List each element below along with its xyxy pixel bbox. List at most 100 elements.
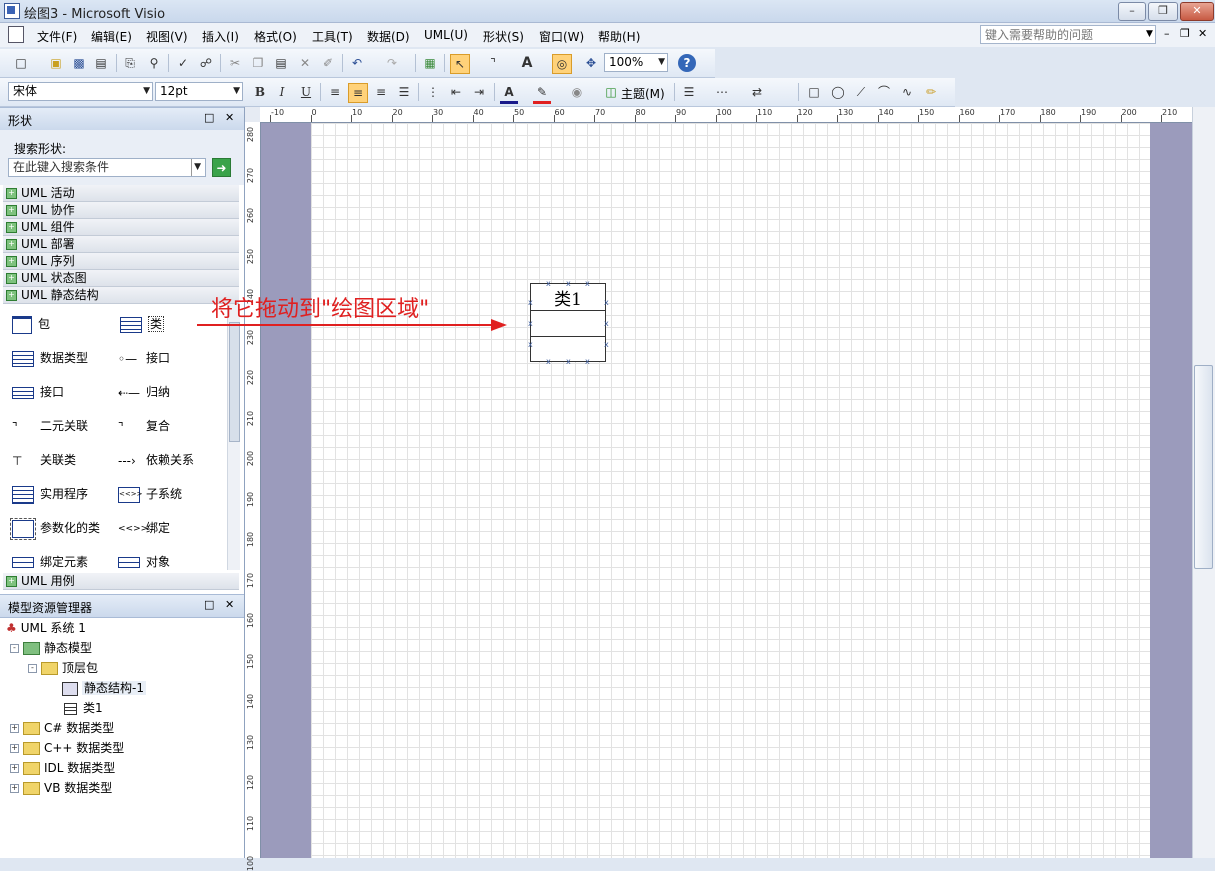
doc-minimize-icon[interactable]: –: [1164, 27, 1170, 40]
new-icon[interactable]: □: [12, 54, 30, 72]
help-search-input[interactable]: 键入需要帮助的问题: [980, 25, 1156, 44]
font-select[interactable]: 宋体 ▼: [8, 82, 153, 101]
connector-tool-icon[interactable]: ⌝: [484, 54, 502, 72]
line-tool-icon[interactable]: ⟋: [852, 83, 870, 101]
shapes-window-icon[interactable]: ▦: [421, 54, 439, 72]
freeform-tool-icon[interactable]: ∿: [898, 83, 916, 101]
theme-icon[interactable]: ◫: [602, 83, 620, 101]
shape-composition[interactable]: ⌝ 复合: [118, 417, 170, 434]
shape-datatype[interactable]: 数据类型: [12, 349, 88, 367]
stencil-uml-static-structure[interactable]: + UML 静态结构: [3, 287, 239, 304]
pencil-tool-icon[interactable]: ✏: [922, 83, 940, 101]
ellipse-tool-icon[interactable]: ◯: [829, 83, 847, 101]
restore-button[interactable]: ❐: [1148, 2, 1178, 21]
increase-indent-icon[interactable]: ⇥: [470, 83, 488, 101]
shape-binding[interactable]: <<>>绑定: [118, 519, 170, 536]
tree-static-model[interactable]: - 静态模型: [10, 639, 92, 656]
menu-file[interactable]: 文件(F): [37, 28, 77, 45]
pane-close-icon[interactable]: ✕: [225, 111, 234, 124]
shape-object[interactable]: 对象: [118, 553, 170, 570]
justify-icon[interactable]: ☰: [395, 83, 413, 101]
stencil-uml-usecase[interactable]: + UML 用例: [3, 573, 239, 590]
doc-restore-icon[interactable]: ❐: [1180, 27, 1190, 40]
align-center-icon[interactable]: ≡: [348, 83, 368, 103]
tree-csharp-types[interactable]: + C# 数据类型: [10, 719, 114, 736]
visio-icon[interactable]: [4, 3, 20, 19]
menu-edit[interactable]: 编辑(E): [91, 28, 132, 45]
menu-uml[interactable]: UML(U): [424, 28, 468, 42]
shape-subsystem[interactable]: <<>> 子系统: [118, 485, 182, 503]
open-icon[interactable]: ▣: [47, 54, 65, 72]
align-right-icon[interactable]: ≡: [372, 83, 390, 101]
close-button[interactable]: ✕: [1180, 2, 1214, 21]
print-preview-icon[interactable]: ⚲: [145, 54, 163, 72]
shape-interface[interactable]: 接口: [12, 383, 64, 400]
minimize-button[interactable]: –: [1118, 2, 1146, 21]
menu-format[interactable]: 格式(O): [254, 28, 297, 45]
connection-point-icon[interactable]: ◎: [552, 54, 572, 74]
font-color-icon[interactable]: A: [500, 83, 518, 104]
line-color-icon[interactable]: ✎: [533, 83, 551, 104]
stencil-uml-activity[interactable]: + UML 活动: [3, 185, 239, 202]
italic-button[interactable]: I: [273, 83, 291, 101]
format-painter-icon[interactable]: ✐: [319, 54, 337, 72]
shape-association-class[interactable]: ⊤ 关联类: [12, 451, 76, 468]
document-icon[interactable]: [8, 26, 24, 43]
permission-icon[interactable]: ▤: [92, 54, 110, 72]
doc-close-icon[interactable]: ✕: [1198, 27, 1207, 40]
menu-window[interactable]: 窗口(W): [539, 28, 584, 45]
tree-vb-types[interactable]: + VB 数据类型: [10, 779, 112, 796]
tree-cpp-types[interactable]: + C++ 数据类型: [10, 739, 124, 756]
shape-search-input[interactable]: 在此键入搜索条件 ▼: [8, 158, 206, 177]
text-tool-icon[interactable]: A: [518, 54, 536, 72]
cut-icon[interactable]: ✂: [226, 54, 244, 72]
help-icon[interactable]: ?: [678, 54, 696, 72]
vertical-scroll-thumb[interactable]: [1194, 365, 1213, 569]
font-size-select[interactable]: 12pt ▼: [155, 82, 243, 101]
line-ends-icon[interactable]: ⇄: [748, 83, 766, 101]
align-left-icon[interactable]: ≡: [326, 83, 344, 101]
redo-icon[interactable]: ↷: [383, 54, 401, 72]
stencil-uml-statechart[interactable]: + UML 状态图: [3, 270, 239, 287]
stencil-scroll-thumb[interactable]: [229, 322, 240, 442]
bold-button[interactable]: B: [251, 83, 269, 101]
theme-button[interactable]: 主题(M): [621, 85, 665, 102]
menu-view[interactable]: 视图(V): [146, 28, 188, 45]
explorer-close-icon[interactable]: ✕: [225, 598, 234, 611]
help-dropdown-icon[interactable]: ▼: [1146, 29, 1153, 39]
explorer-float-icon[interactable]: □: [204, 598, 214, 611]
line-pattern-icon[interactable]: ⋯: [713, 83, 731, 101]
line-weight-icon[interactable]: ☰: [680, 83, 698, 101]
underline-button[interactable]: U: [297, 83, 315, 101]
shape-utility[interactable]: 实用程序: [12, 485, 88, 504]
copy-icon[interactable]: ❐: [249, 54, 267, 72]
delete-icon[interactable]: ✕: [296, 54, 314, 72]
pan-zoom-icon[interactable]: ✥: [582, 54, 600, 72]
shape-dependency[interactable]: ---› 依赖关系: [118, 451, 194, 468]
menu-tools[interactable]: 工具(T): [312, 28, 353, 45]
paste-icon[interactable]: ▤: [272, 54, 290, 72]
shape-generalization[interactable]: ⇠— 归纳: [118, 383, 170, 400]
stencil-scrollbar[interactable]: [227, 304, 240, 570]
print-icon[interactable]: ⎘: [121, 54, 139, 72]
tree-static-structure-1[interactable]: 静态结构-1: [62, 679, 146, 696]
stencil-uml-collaboration[interactable]: + UML 协作: [3, 202, 239, 219]
search-go-button[interactable]: ➜: [212, 158, 231, 177]
tree-top-package[interactable]: - 顶层包: [28, 659, 98, 676]
stencil-uml-sequence[interactable]: + UML 序列: [3, 253, 239, 270]
drawing-page[interactable]: [311, 123, 1150, 858]
tree-idl-types[interactable]: + IDL 数据类型: [10, 759, 115, 776]
shape-parameterized-class[interactable]: 参数化的类: [10, 517, 100, 540]
arc-tool-icon[interactable]: ⌒: [875, 83, 893, 101]
decrease-indent-icon[interactable]: ⇤: [447, 83, 465, 101]
shape-class[interactable]: 类: [120, 315, 165, 333]
undo-icon[interactable]: ↶: [348, 54, 366, 72]
pane-float-icon[interactable]: □: [204, 111, 214, 124]
shape-binary-association[interactable]: ⌝ 二元关联: [12, 417, 88, 434]
spelling-icon[interactable]: ✓: [174, 54, 192, 72]
save-icon[interactable]: ▩: [70, 54, 88, 72]
tree-class1[interactable]: 类1: [64, 699, 103, 716]
zoom-select[interactable]: 100% ▼: [604, 53, 668, 72]
tree-uml-system[interactable]: ♣ UML 系统 1: [6, 619, 86, 636]
research-icon[interactable]: ☍: [197, 54, 215, 72]
